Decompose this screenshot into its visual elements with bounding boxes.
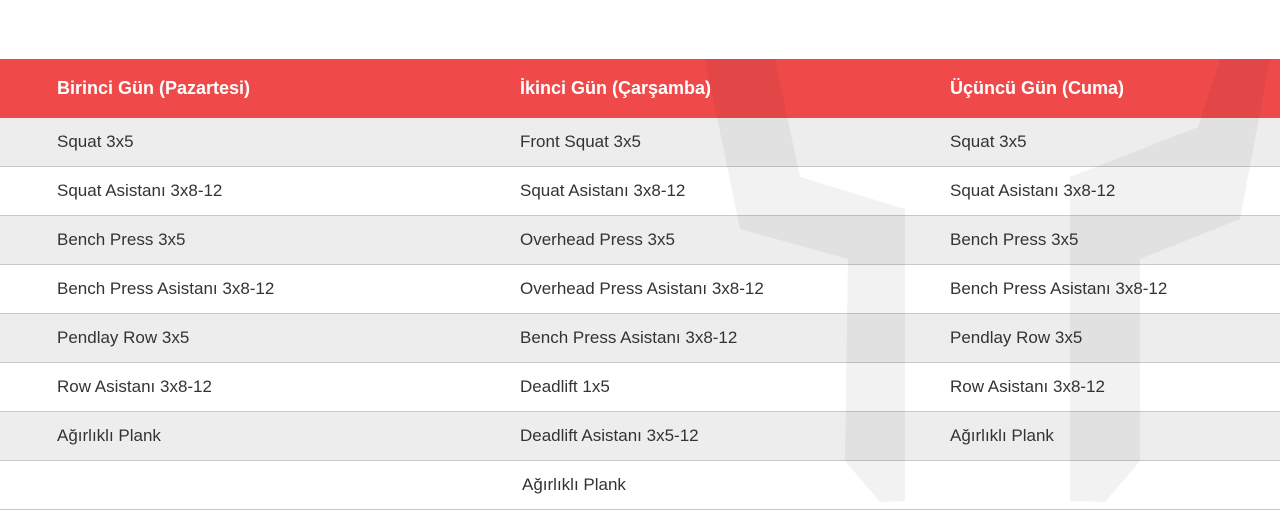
table-cell: Ağırlıklı Plank bbox=[57, 426, 161, 445]
table-row: Squat 3x5 Front Squat 3x5 Squat 3x5 bbox=[0, 118, 1280, 167]
table-cell: Pendlay Row 3x5 bbox=[57, 328, 190, 347]
table-cell: Squat 3x5 bbox=[57, 132, 134, 151]
table-cell: Ağırlıklı Plank bbox=[522, 475, 626, 494]
table-row: Bench Press 3x5 Overhead Press 3x5 Bench… bbox=[0, 216, 1280, 265]
table-header-row: Birinci Gün (Pazartesi) İkinci Gün (Çarş… bbox=[0, 59, 1280, 118]
table-row: Ağırlıklı Plank bbox=[0, 461, 1280, 510]
column-header-day-2: İkinci Gün (Çarşamba) bbox=[520, 78, 712, 98]
table-cell: Pendlay Row 3x5 bbox=[950, 328, 1083, 347]
table-cell: Ağırlıklı Plank bbox=[950, 426, 1054, 445]
table-row: Pendlay Row 3x5 Bench Press Asistanı 3x8… bbox=[0, 314, 1280, 363]
table-cell: Deadlift 1x5 bbox=[520, 377, 610, 396]
table-cell: Squat Asistanı 3x8-12 bbox=[57, 181, 223, 200]
table-row: Ağırlıklı Plank Deadlift Asistanı 3x5-12… bbox=[0, 412, 1280, 461]
table-cell: Bench Press 3x5 bbox=[950, 230, 1079, 249]
table-cell: Overhead Press 3x5 bbox=[520, 230, 675, 249]
table-row: Squat Asistanı 3x8-12 Squat Asistanı 3x8… bbox=[0, 167, 1280, 216]
table-cell: Squat Asistanı 3x8-12 bbox=[520, 181, 686, 200]
table-cell: Bench Press 3x5 bbox=[57, 230, 186, 249]
table-cell: Row Asistanı 3x8-12 bbox=[950, 377, 1105, 396]
column-header-day-1: Birinci Gün (Pazartesi) bbox=[57, 78, 251, 98]
column-header-day-3: Üçüncü Gün (Cuma) bbox=[950, 78, 1124, 98]
table-row: Row Asistanı 3x8-12 Deadlift 1x5 Row Asi… bbox=[0, 363, 1280, 412]
table-cell: Front Squat 3x5 bbox=[520, 132, 641, 151]
table-row: Bench Press Asistanı 3x8-12 Overhead Pre… bbox=[0, 265, 1280, 314]
table-cell: Squat 3x5 bbox=[950, 132, 1027, 151]
table-cell: Squat Asistanı 3x8-12 bbox=[950, 181, 1116, 200]
table-cell: Deadlift Asistanı 3x5-12 bbox=[520, 426, 699, 445]
table-cell: Bench Press Asistanı 3x8-12 bbox=[520, 328, 738, 347]
table-cell: Bench Press Asistanı 3x8-12 bbox=[950, 279, 1168, 298]
table-cell: Bench Press Asistanı 3x8-12 bbox=[57, 279, 275, 298]
workout-table: Birinci Gün (Pazartesi) İkinci Gün (Çarş… bbox=[0, 59, 1280, 510]
table-cell: Overhead Press Asistanı 3x8-12 bbox=[520, 279, 764, 298]
table-cell: Row Asistanı 3x8-12 bbox=[57, 377, 212, 396]
